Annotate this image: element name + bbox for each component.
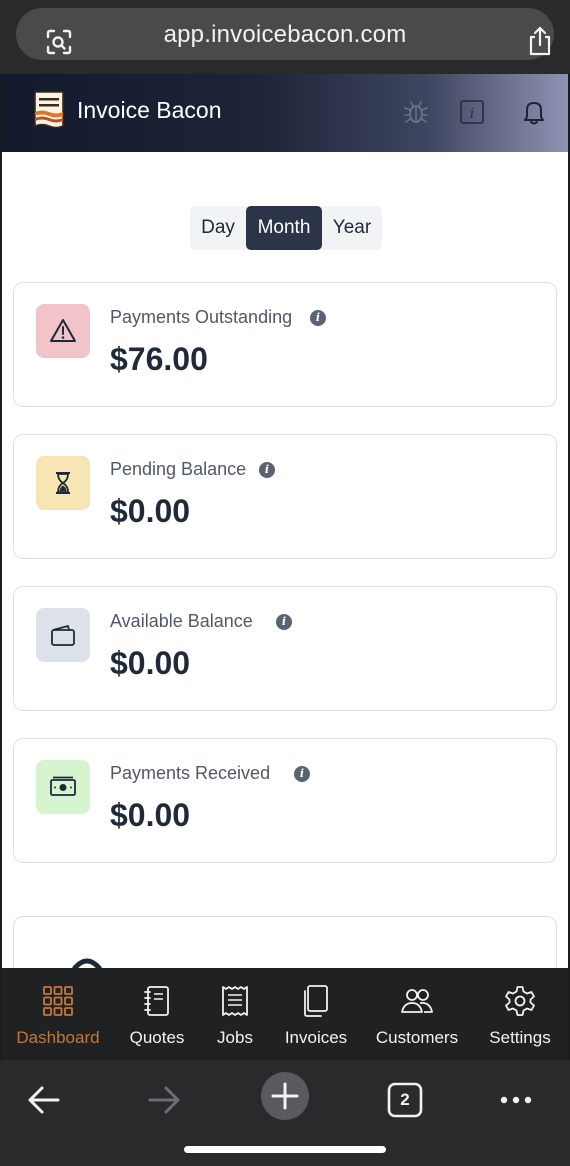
card-label: Available Balance	[110, 611, 253, 631]
tab-label: Settings	[489, 1028, 551, 1047]
period-year-button[interactable]: Year	[322, 206, 382, 250]
cash-icon	[50, 776, 76, 796]
tab-label: Dashboard	[16, 1028, 100, 1047]
partial-card[interactable]	[13, 916, 557, 968]
forward-arrow-icon[interactable]	[134, 1070, 194, 1130]
period-month-button[interactable]: Month	[246, 206, 322, 250]
tab-customers[interactable]: Customers	[368, 968, 466, 1060]
app-brand-name[interactable]: Invoice Bacon	[77, 97, 221, 124]
tabs-button[interactable]: 2	[375, 1070, 435, 1130]
wallet-icon-tile	[36, 608, 90, 662]
payments-outstanding-card[interactable]: Payments Outstanding i $76.00	[13, 282, 557, 407]
bottom-tab-bar: Dashboard Quotes Jobs Invoices Customers	[2, 968, 568, 1060]
hourglass-icon	[56, 472, 70, 494]
dashboard-content[interactable]: Day Month Year Payments Outstanding i $7…	[2, 152, 568, 968]
info-icon[interactable]: i	[310, 310, 326, 326]
bell-icon[interactable]	[520, 98, 548, 126]
new-tab-plus-icon[interactable]	[255, 1066, 315, 1126]
card-value: $0.00	[110, 645, 191, 681]
notebook-icon	[144, 986, 169, 1016]
home-indicator	[184, 1146, 386, 1153]
warning-icon	[50, 319, 76, 342]
tab-settings[interactable]: Settings	[482, 968, 558, 1060]
available-balance-card[interactable]: Available Balance i $0.00	[13, 586, 557, 711]
svg-text:i: i	[470, 106, 474, 122]
share-icon[interactable]	[527, 26, 553, 56]
card-label: Payments Received	[110, 763, 271, 783]
tab-label: Quotes	[129, 1028, 185, 1047]
tab-label: Customers	[375, 1028, 459, 1047]
pending-balance-card[interactable]: Pending Balance i $0.00	[13, 434, 557, 559]
bug-icon[interactable]	[402, 98, 430, 126]
more-options-icon[interactable]	[486, 1070, 546, 1130]
browser-toolbar: 2	[0, 1060, 570, 1166]
documents-icon	[304, 985, 328, 1017]
tab-label: Jobs	[217, 1028, 253, 1047]
tab-quotes[interactable]: Quotes	[122, 968, 192, 1060]
tab-dashboard[interactable]: Dashboard	[8, 968, 108, 1060]
cash-icon-tile	[36, 760, 90, 814]
info-icon[interactable]: i	[458, 98, 486, 126]
card-label: Payments Outstanding	[110, 307, 293, 327]
info-icon[interactable]: i	[259, 462, 275, 478]
card-value: $0.00	[110, 493, 191, 529]
tab-invoices[interactable]: Invoices	[276, 968, 356, 1060]
browser-url-area: app.invoicebacon.com	[0, 0, 570, 74]
url-text[interactable]: app.invoicebacon.com	[16, 21, 554, 49]
info-icon[interactable]: i	[276, 614, 292, 630]
hourglass-icon-tile	[36, 456, 90, 510]
tab-jobs[interactable]: Jobs	[204, 968, 266, 1060]
period-day-button[interactable]: Day	[190, 206, 246, 250]
partial-glyph-icon	[72, 958, 102, 968]
period-toggle: Day Month Year	[190, 206, 382, 250]
app-header: Invoice Bacon i	[2, 74, 568, 152]
address-bar[interactable]: app.invoicebacon.com	[16, 8, 554, 60]
card-label: Pending Balance	[110, 459, 247, 479]
back-arrow-icon[interactable]	[14, 1070, 74, 1130]
payments-received-card[interactable]: Payments Received i $0.00	[13, 738, 557, 863]
receipt-icon	[222, 986, 248, 1016]
card-value: $0.00	[110, 797, 191, 833]
tab-label: Invoices	[284, 1028, 348, 1047]
tab-count: 2	[400, 1090, 410, 1109]
invoice-bacon-logo-icon[interactable]	[32, 90, 66, 130]
wallet-icon	[51, 625, 75, 646]
gear-icon	[505, 986, 535, 1016]
users-icon	[401, 989, 433, 1013]
info-icon[interactable]: i	[294, 766, 310, 782]
card-value: $76.00	[110, 341, 208, 377]
warning-icon-tile	[36, 304, 90, 358]
grid-icon	[43, 986, 73, 1016]
